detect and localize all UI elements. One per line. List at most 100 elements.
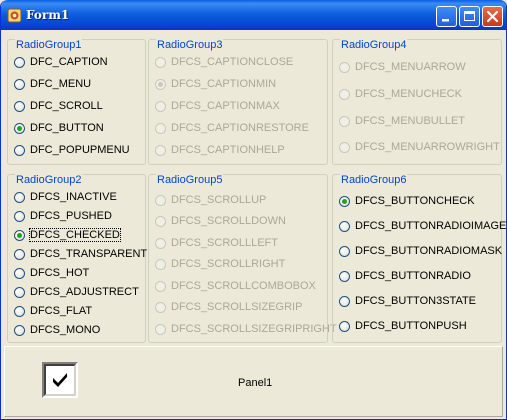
radio-button[interactable] [155, 323, 166, 335]
radio-dfcs-mono[interactable]: DFCS_MONO [14, 322, 100, 338]
radio-group-3: RadioGroup3 DFCS_CAPTIONCLOSE DFCS_CAPTI… [148, 39, 328, 165]
radio-dfcs-flat[interactable]: DFCS_FLAT [14, 303, 92, 319]
radio-button[interactable] [339, 61, 350, 73]
radio-button[interactable] [339, 88, 350, 100]
radio-group-5: RadioGroup5 DFCS_SCROLLUP DFCS_SCROLLDOW… [148, 174, 337, 343]
radio-label: DFCS_SCROLLUP [171, 194, 267, 206]
radio-button[interactable] [14, 122, 25, 134]
radio-label: DFCS_SCROLLDOWN [171, 215, 286, 227]
frame-control-checkbox[interactable] [42, 362, 78, 398]
radio-button[interactable] [155, 258, 166, 270]
title-bar[interactable]: Form1 [1, 0, 506, 30]
radio-dfcs-buttonpush[interactable]: DFCS_BUTTONPUSH [339, 318, 467, 334]
radio-button[interactable] [14, 305, 25, 317]
radio-dfcs-captionhelp[interactable]: DFCS_CAPTIONHELP [155, 142, 285, 158]
radio-dfcs-menuarrowright[interactable]: DFCS_MENUARROWRIGHT [339, 139, 500, 155]
radio-button[interactable] [339, 141, 350, 153]
radio-dfc-button[interactable]: DFC_BUTTON [14, 120, 104, 136]
radio-dfcs-checked[interactable]: DFCS_CHECKED [14, 227, 121, 243]
radio-dfcs-buttonradioimage[interactable]: DFCS_BUTTONRADIOIMAGE [339, 218, 506, 234]
radio-button[interactable] [339, 220, 350, 232]
radio-button[interactable] [155, 215, 166, 227]
radio-dfcs-scrollright[interactable]: DFCS_SCROLLRIGHT [155, 256, 285, 272]
radio-button[interactable] [14, 248, 25, 260]
group-title: RadioGroup4 [340, 39, 408, 51]
radio-button[interactable] [339, 295, 350, 307]
radio-dfcs-menubullet[interactable]: DFCS_MENUBULLET [339, 113, 465, 129]
radio-button[interactable] [155, 280, 166, 292]
panel-caption: Panel1 [238, 377, 273, 389]
radio-dfcs-menucheck[interactable]: DFCS_MENUCHECK [339, 86, 462, 102]
radio-dfcs-scrollsizegripright[interactable]: DFCS_SCROLLSIZEGRIPRIGHT [155, 321, 337, 337]
radio-dfcs-scrolldown[interactable]: DFCS_SCROLLDOWN [155, 213, 286, 229]
radio-button[interactable] [339, 270, 350, 282]
minimize-button[interactable] [436, 6, 457, 27]
radio-dfcs-scrollup[interactable]: DFCS_SCROLLUP [155, 192, 266, 208]
radio-button[interactable] [14, 56, 25, 68]
radio-button[interactable] [155, 122, 166, 134]
radio-button[interactable] [14, 210, 25, 222]
radio-button[interactable] [155, 56, 166, 68]
radio-dfcs-transparent[interactable]: DFCS_TRANSPARENT [14, 246, 147, 262]
radio-button[interactable] [339, 195, 350, 207]
radio-button[interactable] [339, 320, 350, 332]
radio-button[interactable] [339, 115, 350, 127]
radio-dfcs-captionrestore[interactable]: DFCS_CAPTIONRESTORE [155, 120, 309, 136]
radio-button[interactable] [155, 194, 166, 206]
radio-dfcs-menuarrow[interactable]: DFCS_MENUARROW [339, 59, 466, 75]
radio-dfc-menu[interactable]: DFC_MENU [14, 76, 91, 92]
radio-dfcs-buttoncheck[interactable]: DFCS_BUTTONCHECK [339, 193, 475, 209]
radio-dfcs-hot[interactable]: DFCS_HOT [14, 265, 89, 281]
radio-dfcs-captionmax[interactable]: DFCS_CAPTIONMAX [155, 98, 280, 114]
radio-label: DFC_MENU [30, 78, 92, 90]
radio-label: DFCS_CAPTIONCLOSE [171, 56, 294, 68]
radio-button[interactable] [14, 100, 25, 112]
radio-button[interactable] [14, 324, 25, 336]
maximize-button[interactable] [459, 6, 480, 27]
radio-dfcs-adjustrect[interactable]: DFCS_ADJUSTRECT [14, 284, 139, 300]
radio-button[interactable] [155, 237, 166, 249]
radio-dfcs-captionclose[interactable]: DFCS_CAPTIONCLOSE [155, 54, 293, 70]
app-icon [7, 8, 22, 23]
radio-dfcs-scrollleft[interactable]: DFCS_SCROLLLEFT [155, 235, 278, 251]
radio-label: DFCS_CHECKED [29, 228, 121, 242]
radio-label: DFCS_PUSHED [30, 210, 112, 222]
radio-label: DFCS_CAPTIONHELP [171, 144, 285, 156]
radio-dfcs-inactive[interactable]: DFCS_INACTIVE [14, 189, 117, 205]
radio-button[interactable] [155, 100, 166, 112]
radio-button[interactable] [14, 229, 25, 241]
radio-dfcs-scrollcombobox[interactable]: DFCS_SCROLLCOMBOBOX [155, 278, 316, 294]
radio-button[interactable] [339, 245, 350, 257]
radio-label: DFCS_CAPTIONRESTORE [171, 122, 309, 134]
radio-label: DFCS_FLAT [30, 305, 93, 317]
close-button[interactable] [482, 6, 503, 27]
radio-dfcs-pushed[interactable]: DFCS_PUSHED [14, 208, 112, 224]
group-title: RadioGroup2 [15, 174, 83, 186]
radio-label: DFCS_INACTIVE [30, 191, 117, 203]
radio-button[interactable] [155, 78, 166, 90]
maximize-icon [464, 11, 475, 21]
radio-dfcs-buttonradio[interactable]: DFCS_BUTTONRADIO [339, 268, 471, 284]
radio-label: DFC_POPUPMENU [30, 144, 130, 156]
radio-dfcs-buttonradiomask[interactable]: DFCS_BUTTONRADIOMASK [339, 243, 502, 259]
radio-button[interactable] [155, 144, 166, 156]
radio-button[interactable] [14, 78, 25, 90]
radio-group-6: RadioGroup6 DFCS_BUTTONCHECK DFCS_BUTTON… [332, 174, 506, 343]
radio-dfc-caption[interactable]: DFC_CAPTION [14, 54, 108, 70]
radio-button[interactable] [155, 301, 166, 313]
radio-dfc-scroll[interactable]: DFC_SCROLL [14, 98, 103, 114]
window-title: Form1 [26, 8, 70, 22]
form-client-area: RadioGroup1 DFC_CAPTION DFC_MENU DFC_SCR… [4, 30, 506, 417]
radio-dfc-popupmenu[interactable]: DFC_POPUPMENU [14, 142, 130, 158]
radio-dfcs-scrollsizegrip[interactable]: DFCS_SCROLLSIZEGRIP [155, 299, 302, 315]
radio-label: DFCS_BUTTONRADIOMASK [355, 245, 503, 257]
radio-label: DFCS_CAPTIONMIN [171, 78, 277, 90]
radio-button[interactable] [14, 191, 25, 203]
radio-dfcs-captionmin[interactable]: DFCS_CAPTIONMIN [155, 76, 276, 92]
radio-button[interactable] [14, 144, 25, 156]
radio-dfcs-button3state[interactable]: DFCS_BUTTON3STATE [339, 293, 476, 309]
radio-button[interactable] [14, 286, 25, 298]
radio-button[interactable] [14, 267, 25, 279]
radio-group-1: RadioGroup1 DFC_CAPTION DFC_MENU DFC_SCR… [7, 39, 146, 165]
radio-label: DFC_CAPTION [30, 56, 108, 68]
